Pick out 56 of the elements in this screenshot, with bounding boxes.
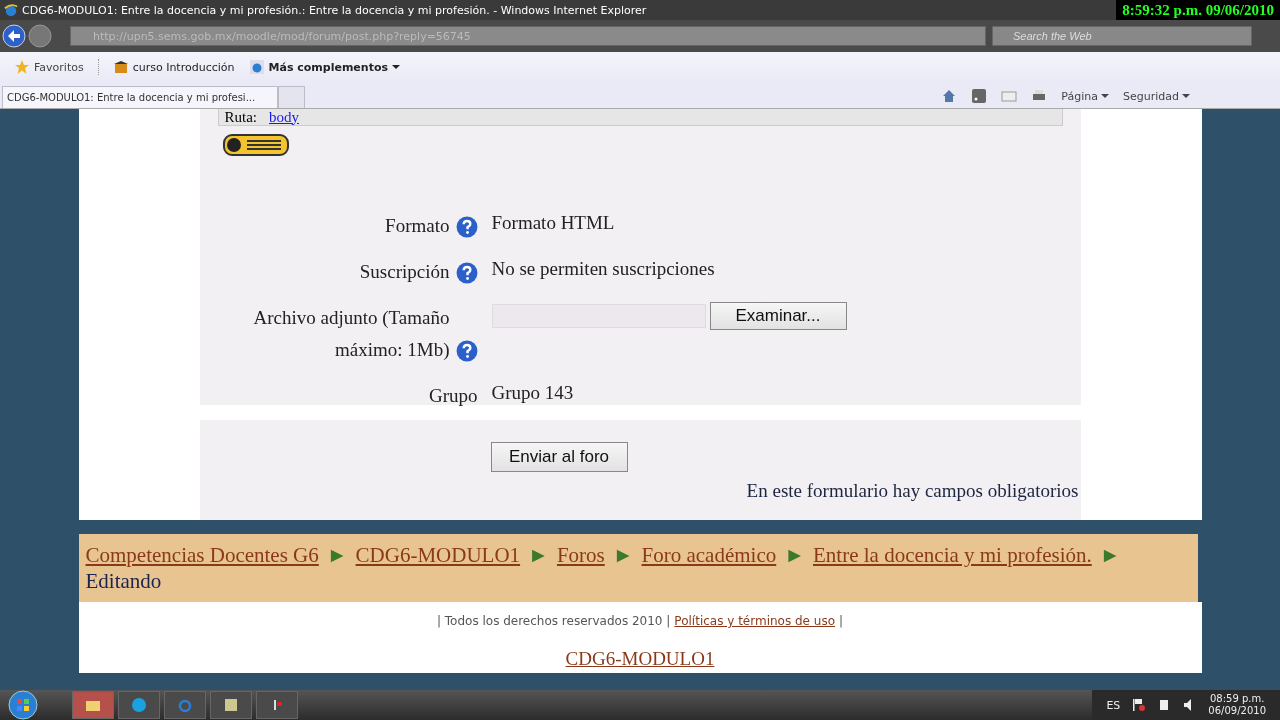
path-link[interactable]: body [269, 108, 299, 126]
favorites-item[interactable]: curso Introducción [112, 59, 235, 75]
skype-icon [131, 697, 147, 713]
taskbar-button[interactable] [118, 691, 160, 719]
caret-icon [1101, 92, 1109, 100]
flag-icon[interactable] [1130, 697, 1147, 713]
breadcrumb-current: Editando [85, 568, 162, 594]
course-link[interactable]: CDG6-MODULO1 [565, 648, 715, 670]
language-indicator[interactable]: ES [1106, 698, 1121, 712]
back-button[interactable] [2, 24, 26, 48]
terms-link[interactable]: Políticas y términos de uso [674, 614, 835, 628]
site-icon [112, 59, 129, 75]
field-value: No se permiten suscripciones [491, 257, 715, 281]
favorites-item[interactable]: Favoritos [14, 59, 99, 75]
search-field[interactable]: Search the Web [992, 26, 1252, 46]
field-label: Suscripción [359, 260, 450, 284]
start-button[interactable] [8, 690, 38, 720]
help-icon[interactable] [455, 262, 478, 284]
window-title: CDG6-MODULO1: Entre la docencia y mi profesión.: Entre la docencia y mi profesión. - Windows Internet Explorer [22, 3, 647, 17]
field-label: Formato [385, 214, 450, 238]
help-icon[interactable] [455, 216, 478, 238]
breadcrumb-link[interactable]: Competencias Docentes G6 [85, 542, 319, 568]
favorites-item[interactable]: Más complementos [248, 59, 401, 75]
browser-tab[interactable]: CDG6-MODULO1: Entre la docencia y mi profesi... [2, 86, 278, 108]
help-icon[interactable] [455, 340, 478, 362]
caret-icon [392, 63, 401, 71]
copyright-text: | Todos los derechos reservados 2010 | [436, 614, 671, 628]
field-label: Grupo [428, 384, 478, 408]
browse-button[interactable]: Examinar... [709, 302, 847, 330]
clock-overlay: 8:59:32 p.m. 09/06/2010 [1116, 0, 1280, 20]
divider-text: | [839, 614, 844, 628]
home-icon[interactable] [941, 88, 958, 104]
separator-icon: ► [784, 542, 806, 568]
field-value: Grupo 143 [491, 381, 574, 405]
star-icon [14, 59, 30, 75]
caret-icon [1182, 92, 1190, 100]
feed-icon[interactable] [971, 88, 988, 104]
menu-button[interactable]: Página [1061, 89, 1109, 103]
submit-button[interactable]: Enviar al foro [490, 442, 628, 472]
breadcrumb-link[interactable]: CDG6-MODULO1 [355, 542, 521, 568]
breadcrumb-link[interactable]: Foros [556, 542, 605, 568]
breadcrumb-link[interactable]: Entre la docencia y mi profesión. [813, 542, 1092, 568]
separator-icon: ► [528, 542, 549, 568]
breadcrumb-link[interactable]: Foro académico [641, 542, 777, 568]
separator-icon: ► [326, 542, 348, 568]
path-label: Ruta: [224, 108, 257, 126]
separator-icon: ► [1099, 542, 1121, 568]
menu-button[interactable]: Seguridad [1123, 89, 1190, 103]
taskbar-button[interactable] [72, 691, 114, 719]
taskbar-clock[interactable]: 08:59 p.m. 06/09/2010 [1208, 693, 1266, 717]
field-label: Archivo adjunto (Tamaño máximo: 1Mb) [252, 306, 450, 362]
required-note: En este formulario hay campos obligatorios [746, 480, 1079, 502]
field-value: Formato HTML [491, 211, 615, 235]
taskbar-button[interactable] [210, 691, 252, 719]
notepad-icon [223, 697, 239, 713]
separator-icon: ► [612, 542, 634, 568]
